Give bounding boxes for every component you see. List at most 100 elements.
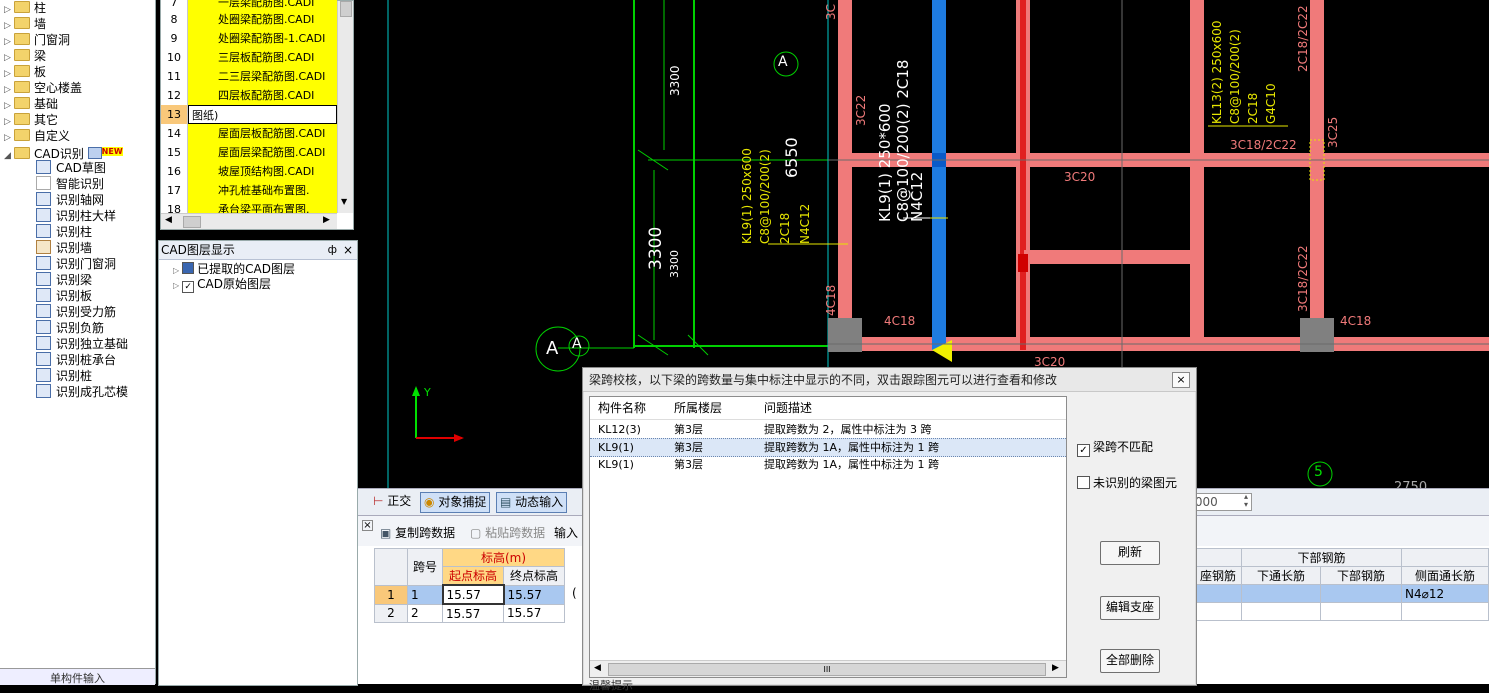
header-spacer: [1194, 548, 1242, 567]
tree-item-cad-sketch[interactable]: CAD草图: [36, 160, 106, 176]
tree-item-smart-recognize[interactable]: 智能识别: [36, 176, 104, 192]
kl9-left-1: KL9(1) 250x600: [740, 148, 754, 244]
scroll-thumb[interactable]: III: [608, 663, 1046, 676]
tree-item-wall[interactable]: 识别墙: [36, 240, 92, 256]
pin-icon[interactable]: ф: [328, 241, 337, 259]
list-item[interactable]: KL9(1) 第3层 提取跨数为 1A，属性中标注为 1 跨: [590, 456, 1066, 473]
tree-item-neg-rebar[interactable]: 识别负筋: [36, 320, 104, 336]
drawing-row-selected[interactable]: 13 图纸): [161, 105, 337, 125]
span-table-right: 下部钢筋 座钢筋 下通长筋 下部钢筋 侧面通长筋 N4⌀12: [1194, 548, 1489, 621]
scroll-thumb[interactable]: [340, 1, 352, 17]
table-row[interactable]: 1 1 15.57 15.57: [374, 584, 565, 605]
close-icon[interactable]: ×: [1172, 372, 1190, 388]
partial-check-icon[interactable]: [182, 262, 195, 274]
checkbox-icon[interactable]: [1077, 476, 1090, 489]
header-spacer: [1401, 548, 1489, 567]
tree-node-hollow-floor[interactable]: ▷ 空心楼盖: [4, 80, 82, 96]
scroll-right-icon[interactable]: ▶: [1052, 663, 1059, 673]
ortho-icon: ⊢: [373, 494, 384, 508]
drawing-list-hscroll[interactable]: ◀ ▶: [161, 213, 337, 229]
single-component-input-tab[interactable]: 单构件输入: [0, 668, 155, 685]
tree-node-other[interactable]: ▷ 其它: [4, 112, 58, 128]
list-item-selected[interactable]: KL9(1) 第3层 提取跨数为 1A，属性中标注为 1 跨: [590, 438, 1066, 457]
beam-icon: [36, 272, 51, 286]
input-button[interactable]: 输入: [554, 524, 578, 541]
ortho-button[interactable]: ⊢ 正交: [370, 492, 414, 511]
layer-original[interactable]: ▷ ✓ CAD原始图层: [173, 276, 271, 293]
tree-item-axis-grid[interactable]: 识别轴网: [36, 192, 104, 208]
side-rebar-cell[interactable]: N4⌀12: [1401, 584, 1489, 603]
list-item[interactable]: KL12(3) 第3层 提取跨数为 2，属性中标注为 3 跨: [590, 421, 1066, 438]
edit-support-button[interactable]: 编辑支座: [1100, 596, 1160, 620]
tree-item-core-mold[interactable]: 识别成孔芯模: [36, 384, 128, 400]
table-row[interactable]: N4⌀12: [1194, 584, 1489, 603]
zoom-spinner[interactable]: .000 ▴ ▾: [1190, 493, 1252, 511]
tree-item-column[interactable]: 识别柱: [36, 224, 92, 240]
tree-node-wall[interactable]: ▷ 墙: [4, 16, 46, 32]
tree-item-slab[interactable]: 识别板: [36, 288, 92, 304]
layer-extracted[interactable]: ▷ 已提取的CAD图层: [173, 261, 295, 277]
scroll-right-icon[interactable]: ▶: [323, 215, 330, 225]
drawing-row[interactable]: 17 冲孔桩基础布置图.: [161, 181, 337, 201]
drawing-list-vscroll[interactable]: ▼: [337, 1, 353, 213]
unrecognized-checkbox[interactable]: 未识别的梁图元: [1077, 474, 1177, 491]
tree-item-column-detail[interactable]: 识别柱大样: [36, 208, 116, 224]
list-hscroll[interactable]: ◀ III ▶: [590, 660, 1066, 677]
scroll-thumb[interactable]: [183, 216, 201, 228]
axis-5-label: 5: [1314, 464, 1323, 480]
checkbox-checked-icon[interactable]: ✓: [182, 281, 195, 293]
tree-node-beam[interactable]: ▷ 梁: [4, 48, 46, 64]
close-icon[interactable]: ×: [362, 520, 373, 531]
drawing-row[interactable]: 9 处圈梁配筋图-1.CADI: [161, 29, 337, 49]
drawing-row[interactable]: 12 四层板配筋图.CADI: [161, 86, 337, 106]
tree-item-isolated-footing[interactable]: 识别独立基础: [36, 336, 128, 352]
mismatch-checkbox[interactable]: ✓ 梁跨不匹配: [1077, 438, 1153, 457]
table-row[interactable]: [1194, 602, 1489, 621]
start-height-cell[interactable]: 15.57: [441, 584, 505, 605]
object-snap-button[interactable]: ◉ 对象捕捉: [420, 492, 491, 513]
tree-item-rebar[interactable]: 识别受力筋: [36, 304, 116, 320]
dynamic-input-icon: ▤: [500, 495, 512, 509]
dialog-title: 梁跨校核，以下梁的跨数量与集中标注中显示的不同，双击跟踪图元可以进行查看和修改: [583, 368, 1196, 392]
drawing-row[interactable]: 15 屋面层梁配筋图.CADI: [161, 143, 337, 163]
col-side-header: 侧面通长筋: [1401, 566, 1489, 585]
dynamic-input-button[interactable]: ▤ 动态输入: [496, 492, 568, 513]
tree-item-beam[interactable]: 识别梁: [36, 272, 92, 288]
scroll-down-icon[interactable]: ▼: [341, 197, 347, 206]
delete-all-button[interactable]: 全部删除: [1100, 649, 1160, 673]
tree-item-pile-cap[interactable]: 识别桩承台: [36, 352, 116, 368]
kl9-bottom: N4C12: [908, 171, 926, 222]
tree-node-custom[interactable]: ▷ 自定义: [4, 128, 70, 144]
scroll-left-icon[interactable]: ◀: [165, 215, 172, 225]
rebar-3c18-2c22-vertical: 3C18/2C22: [1296, 245, 1310, 312]
refresh-button[interactable]: 刷新: [1100, 541, 1160, 565]
tree-item-door-window[interactable]: 识别门窗洞: [36, 256, 116, 272]
drawing-list: 7 一层梁配筋图.CADI 8 处圈梁配筋图.CADI 9 处圈梁配筋图-1.CADI…: [160, 0, 354, 230]
spinner-arrows-icon[interactable]: ▴ ▾: [1244, 493, 1248, 509]
tree-node-foundation[interactable]: ▷ 基础: [4, 96, 58, 112]
core-mold-icon: [36, 384, 51, 398]
checkbox-checked-icon[interactable]: ✓: [1077, 444, 1090, 457]
folder-icon: [14, 97, 30, 109]
ucs-y-label: Y: [424, 386, 431, 399]
copy-span-button[interactable]: ▣ 复制跨数据: [380, 524, 455, 541]
tree-item-pile[interactable]: 识别桩: [36, 368, 92, 384]
tree-node-cad-recognition[interactable]: ◢ CAD识别 NEW: [4, 144, 123, 161]
snap-icon: ◉: [424, 495, 435, 509]
folder-icon: [14, 17, 30, 29]
drawing-row[interactable]: 11 二三层梁配筋图.CADI: [161, 67, 337, 87]
drawing-row[interactable]: 10 三层板配筋图.CADI: [161, 48, 337, 68]
paste-span-button[interactable]: ▢ 粘贴跨数据: [470, 524, 545, 541]
tree-node-column[interactable]: ▷ 柱: [4, 0, 46, 16]
drawing-row[interactable]: 18 承台梁平面布置图.: [161, 200, 337, 214]
table-row[interactable]: 2 2 15.57 15.57: [374, 603, 565, 623]
drawing-row[interactable]: 16 坡屋顶结构图.CADI: [161, 162, 337, 182]
drawing-row[interactable]: 8 处圈梁配筋图.CADI: [161, 10, 337, 30]
drawing-row[interactable]: 14 屋面层板配筋图.CADI: [161, 124, 337, 144]
scroll-left-icon[interactable]: ◀: [594, 663, 601, 673]
tree-node-door-window[interactable]: ▷ 门窗洞: [4, 32, 70, 48]
tree-node-slab[interactable]: ▷ 板: [4, 64, 46, 80]
kl13-1: KL13(2) 250x600: [1210, 20, 1224, 124]
span-check-dialog: 梁跨校核，以下梁的跨数量与集中标注中显示的不同，双击跟踪图元可以进行查看和修改 …: [582, 367, 1197, 692]
close-icon[interactable]: ×: [343, 241, 353, 259]
